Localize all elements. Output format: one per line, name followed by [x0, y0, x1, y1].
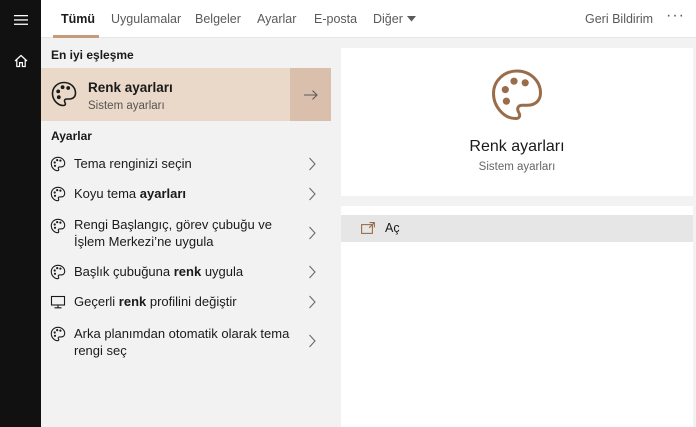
preview-header: Renk ayarları Sistem ayarları: [341, 48, 693, 196]
preview-title: Renk ayarları: [469, 138, 565, 155]
settings-result-item[interactable]: Tema renginizi seçin: [41, 150, 331, 178]
chevron-right-icon: [309, 265, 316, 279]
label-text: Tema renginizi seçin: [74, 156, 192, 171]
settings-result-item[interactable]: Geçerli renk profilini değiştir: [41, 288, 331, 316]
arrow-right-icon: [303, 89, 318, 100]
best-match-result: Renk ayarları Sistem ayarları: [41, 68, 331, 121]
tab-more-label: Diğer: [373, 12, 403, 26]
label-highlight: ayarları: [139, 186, 187, 201]
tab-all[interactable]: Tümü: [61, 11, 95, 27]
results-panel: En iyi eşleşme Renk ayarları Sistem ayar…: [41, 38, 331, 427]
settings-result-label: Geçerli renk profilini değiştir: [74, 293, 237, 310]
best-match-open[interactable]: Renk ayarları Sistem ayarları: [41, 68, 290, 121]
tab-settings[interactable]: Ayarlar: [257, 11, 296, 27]
palette-icon: [50, 156, 66, 172]
filter-tab-bar: Tümü Uygulamalar Belgeler Ayarlar E-post…: [41, 0, 696, 38]
label-highlight: renk: [118, 294, 147, 309]
tab-email[interactable]: E-posta: [314, 11, 357, 27]
chevron-right-icon: [309, 157, 316, 171]
label-text: Arka planımdan otomatik olarak tema reng…: [74, 326, 290, 358]
preview-actions: Aç: [341, 196, 693, 427]
menu-button[interactable]: [0, 2, 41, 38]
best-match-subtitle: Sistem ayarları: [88, 100, 165, 112]
label-text: Rengi Başlangıç, görev çubuğu ve İşlem M…: [74, 217, 273, 249]
open-action-label: Aç: [385, 221, 400, 235]
settings-result-label: Arka planımdan otomatik olarak tema reng…: [74, 325, 302, 359]
more-options-button[interactable]: ···: [666, 6, 685, 26]
label-text: Koyu tema: [74, 186, 140, 201]
label-text: profilini değiştir: [146, 294, 237, 309]
best-match-header: En iyi eşleşme: [51, 48, 134, 62]
home-icon: [14, 54, 27, 68]
palette-icon: [50, 218, 66, 234]
hamburger-icon: [13, 15, 28, 25]
palette-icon: [50, 326, 66, 342]
settings-result-item[interactable]: Arka planımdan otomatik olarak tema reng…: [41, 320, 331, 362]
home-button[interactable]: [0, 43, 41, 79]
label-text: Geçerli: [74, 294, 119, 309]
preview-pane: Renk ayarları Sistem ayarları Aç: [341, 48, 693, 427]
settings-result-label: Başlık çubuğuna renk uygula: [74, 263, 243, 280]
chevron-down-icon: [406, 16, 416, 22]
label-highlight: renk: [173, 264, 202, 279]
settings-result-item[interactable]: Koyu tema ayarları: [41, 180, 331, 208]
palette-icon: [51, 81, 77, 107]
open-icon: [361, 222, 375, 234]
preview-subtitle: Sistem ayarları: [478, 161, 556, 173]
chevron-right-icon: [309, 226, 316, 240]
settings-result-item[interactable]: Rengi Başlangıç, görev çubuğu ve İşlem M…: [41, 212, 331, 254]
left-rail: [0, 0, 41, 427]
open-action[interactable]: Aç: [341, 215, 693, 242]
chevron-right-icon: [309, 334, 316, 348]
label-text: uygula: [201, 264, 244, 279]
palette-icon: [491, 69, 543, 121]
chevron-right-icon: [309, 187, 316, 201]
settings-result-label: Rengi Başlangıç, görev çubuğu ve İşlem M…: [74, 216, 302, 250]
tab-more[interactable]: Diğer: [373, 11, 416, 27]
settings-result-item[interactable]: Başlık çubuğuna renk uygula: [41, 258, 331, 286]
settings-result-label: Tema renginizi seçin: [74, 155, 192, 172]
tab-documents[interactable]: Belgeler: [195, 11, 241, 27]
best-match-expand-button[interactable]: [290, 68, 331, 121]
settings-header: Ayarlar: [51, 129, 92, 143]
label-text: Başlık çubuğuna: [74, 264, 174, 279]
palette-icon: [50, 186, 66, 202]
best-match-title: Renk ayarları: [88, 80, 173, 95]
palette-icon: [50, 264, 66, 280]
monitor-icon: [50, 295, 66, 309]
tab-apps[interactable]: Uygulamalar: [111, 11, 181, 27]
settings-result-label: Koyu tema ayarları: [74, 185, 186, 202]
feedback-button[interactable]: Geri Bildirim: [585, 11, 653, 27]
chevron-right-icon: [309, 295, 316, 309]
